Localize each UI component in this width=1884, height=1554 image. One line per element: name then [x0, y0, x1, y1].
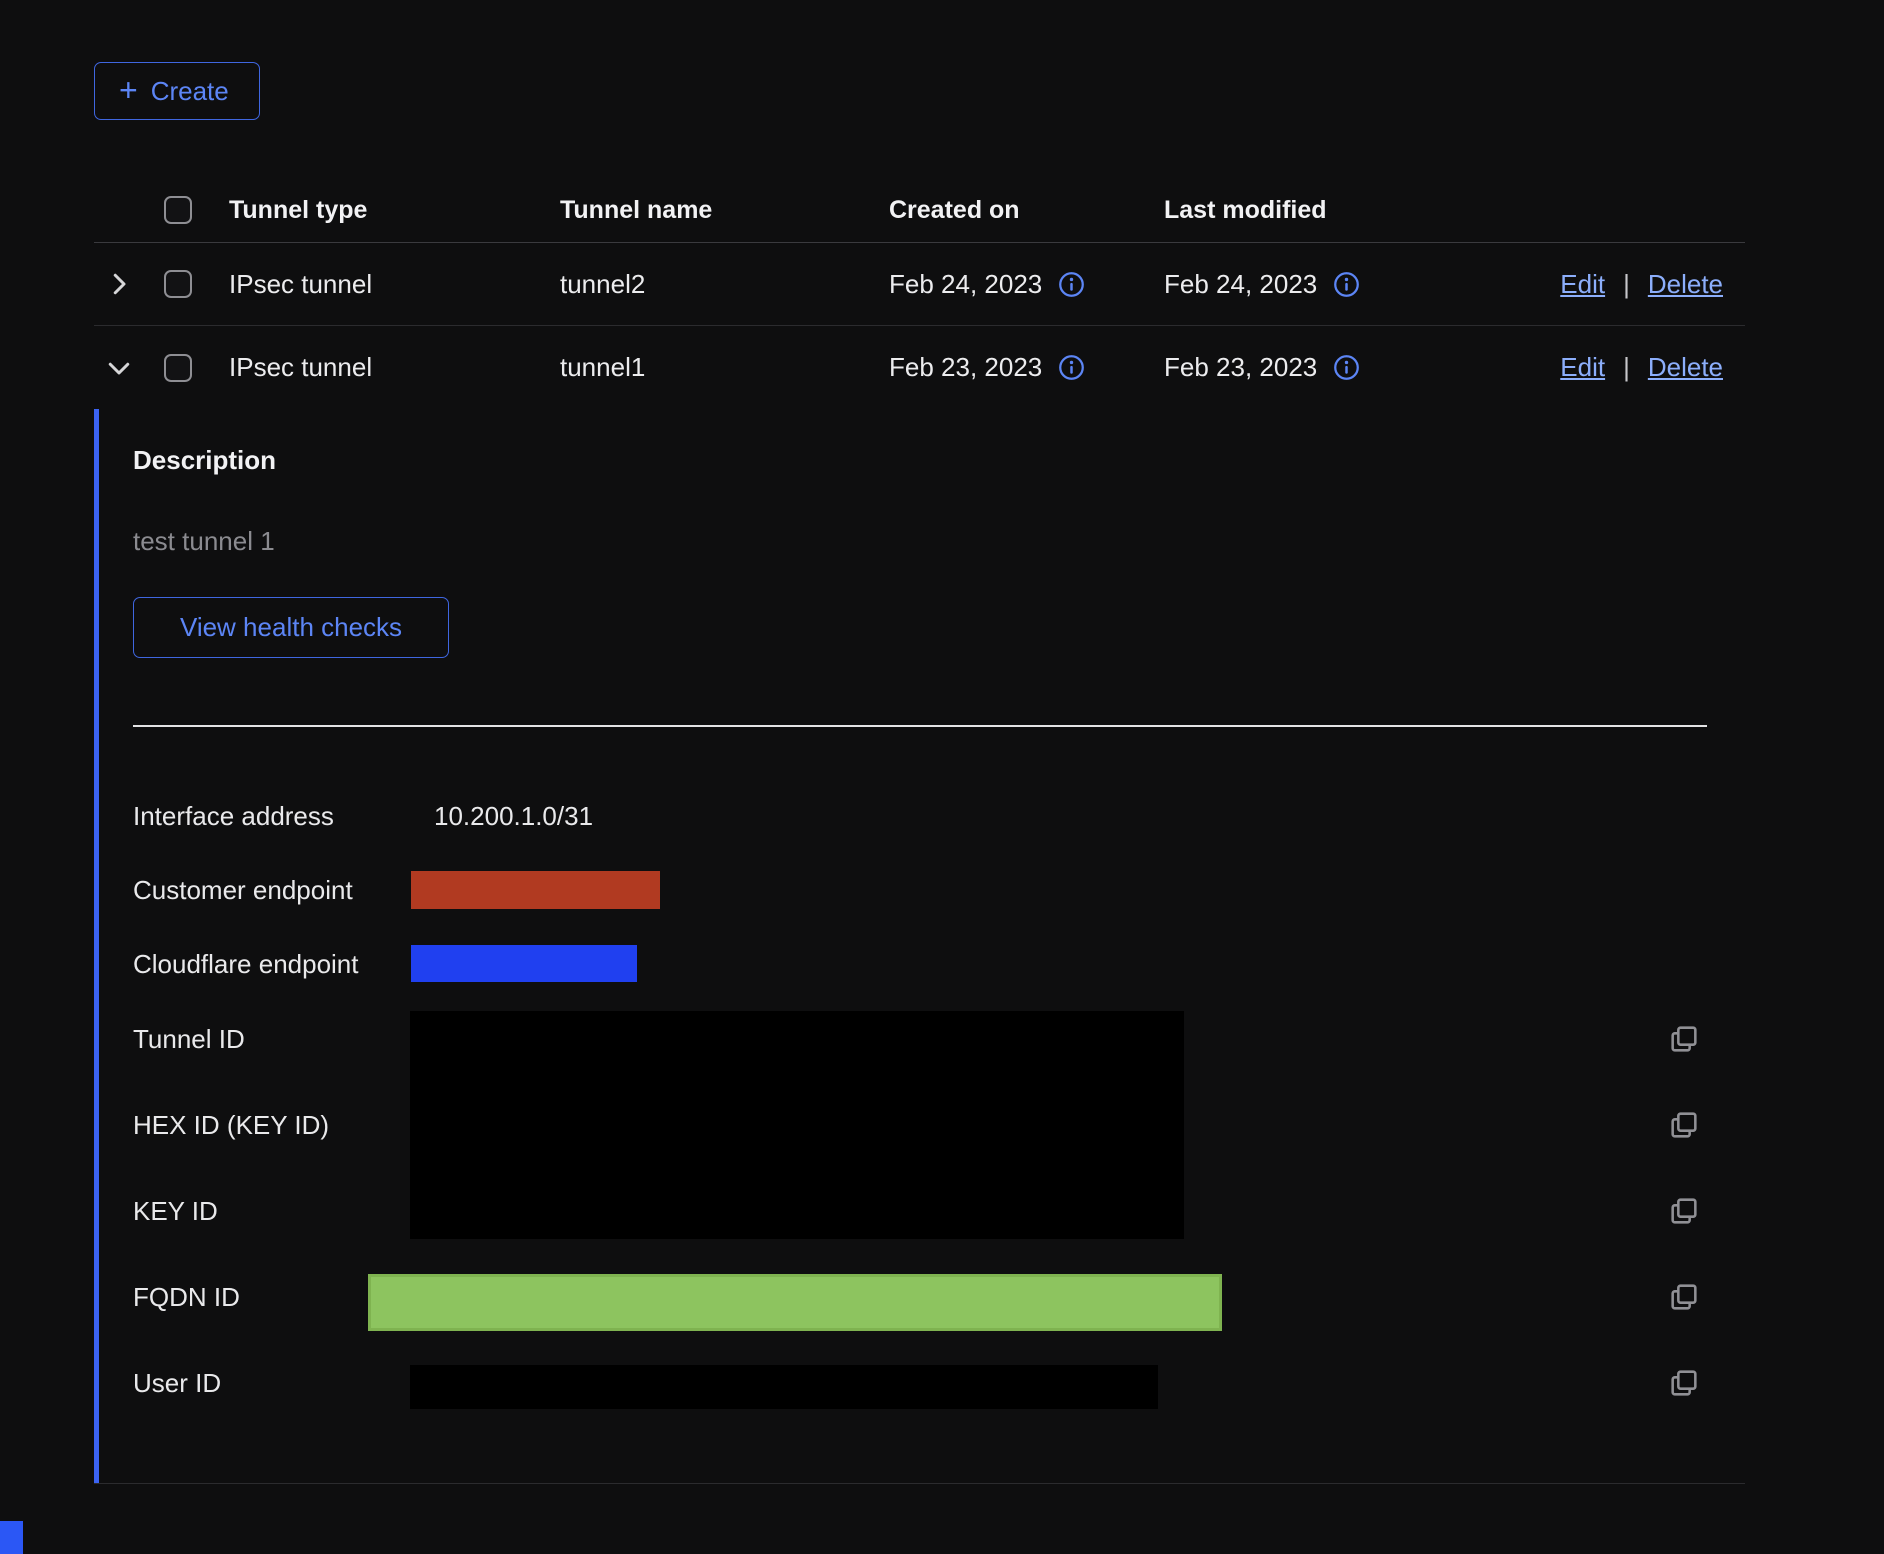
row-checkbox[interactable] [164, 354, 192, 382]
tunnel-name-cell: tunnel1 [560, 352, 889, 383]
tunnels-table: Tunnel type Tunnel name Created on Last … [94, 178, 1745, 1484]
copy-fqdn-id-button[interactable] [1666, 1279, 1702, 1315]
view-health-checks-button[interactable]: View health checks [133, 597, 449, 658]
created-on-cell: Feb 24, 2023 [889, 269, 1164, 300]
header-tunnel-name: Tunnel name [560, 196, 889, 225]
chevron-right-icon [104, 269, 134, 299]
copy-icon [1667, 1194, 1701, 1228]
header-created-on: Created on [889, 196, 1164, 225]
tunnel-name-cell: tunnel2 [560, 269, 889, 300]
customer-endpoint-redacted-value [411, 871, 660, 909]
created-on-value: Feb 24, 2023 [889, 269, 1042, 300]
header-last-modified: Last modified [1164, 196, 1464, 225]
tunnel-type-cell: IPsec tunnel [229, 352, 560, 383]
info-icon[interactable] [1058, 354, 1085, 381]
actions-cell: Edit | Delete [1464, 269, 1745, 300]
interface-address-value: 10.200.1.0/31 [434, 800, 593, 832]
copy-tunnel-id-button[interactable] [1666, 1021, 1702, 1057]
last-modified-value: Feb 24, 2023 [1164, 269, 1317, 300]
info-icon[interactable] [1333, 354, 1360, 381]
header-checkbox-cell [164, 196, 229, 224]
cloudflare-endpoint-redacted-value [411, 945, 637, 982]
hex-id-label: HEX ID (KEY ID) [133, 1109, 329, 1141]
select-all-checkbox[interactable] [164, 196, 192, 224]
edit-link[interactable]: Edit [1560, 352, 1605, 383]
checkbox-cell [164, 270, 229, 298]
created-on-cell: Feb 23, 2023 [889, 352, 1164, 383]
chevron-down-icon [104, 353, 134, 383]
cloudflare-endpoint-label: Cloudflare endpoint [133, 948, 359, 980]
header-tunnel-type: Tunnel type [229, 196, 560, 225]
fqdn-id-label: FQDN ID [133, 1281, 240, 1313]
ids-redacted-value [410, 1011, 1184, 1239]
copy-icon [1667, 1022, 1701, 1056]
create-button[interactable]: + Create [94, 62, 260, 120]
collapse-row-button[interactable] [100, 349, 138, 387]
table-header-row: Tunnel type Tunnel name Created on Last … [94, 178, 1745, 243]
copy-user-id-button[interactable] [1666, 1365, 1702, 1401]
row-checkbox[interactable] [164, 270, 192, 298]
delete-link[interactable]: Delete [1648, 269, 1723, 300]
copy-icon [1667, 1108, 1701, 1142]
expand-row-button[interactable] [100, 265, 138, 303]
expander-cell [94, 349, 164, 387]
customer-endpoint-label: Customer endpoint [133, 874, 353, 906]
info-icon[interactable] [1058, 271, 1085, 298]
key-id-label: KEY ID [133, 1195, 218, 1227]
copy-key-id-button[interactable] [1666, 1193, 1702, 1229]
actions-cell: Edit | Delete [1464, 352, 1745, 383]
tunnel-id-label: Tunnel ID [133, 1023, 245, 1055]
tunnel-type-cell: IPsec tunnel [229, 269, 560, 300]
copy-icon [1667, 1280, 1701, 1314]
fqdn-id-redacted-value [368, 1274, 1222, 1331]
tunnel-detail-panel: Description test tunnel 1 View health ch… [94, 409, 1745, 1484]
info-icon[interactable] [1333, 271, 1360, 298]
user-id-label: User ID [133, 1367, 221, 1399]
corner-blue-fragment [0, 1521, 23, 1554]
actions-separator: | [1623, 269, 1630, 300]
description-label: Description [133, 445, 276, 475]
plus-icon: + [119, 74, 138, 106]
delete-link[interactable]: Delete [1648, 352, 1723, 383]
checkbox-cell [164, 354, 229, 382]
user-id-redacted-value [410, 1365, 1158, 1409]
created-on-value: Feb 23, 2023 [889, 352, 1042, 383]
actions-separator: | [1623, 352, 1630, 383]
last-modified-cell: Feb 23, 2023 [1164, 352, 1464, 383]
copy-hex-id-button[interactable] [1666, 1107, 1702, 1143]
copy-icon [1667, 1366, 1701, 1400]
table-row: IPsec tunnel tunnel2 Feb 24, 2023 Feb 24… [94, 243, 1745, 326]
description-value: test tunnel 1 [133, 526, 275, 556]
edit-link[interactable]: Edit [1560, 269, 1605, 300]
last-modified-value: Feb 23, 2023 [1164, 352, 1317, 383]
create-button-label: Create [151, 76, 229, 107]
expanded-row-indicator-bar [94, 409, 99, 1483]
interface-address-label: Interface address [133, 800, 334, 832]
table-row: IPsec tunnel tunnel1 Feb 23, 2023 Feb 23… [94, 326, 1745, 409]
detail-divider [133, 725, 1707, 727]
last-modified-cell: Feb 24, 2023 [1164, 269, 1464, 300]
expander-cell [94, 265, 164, 303]
